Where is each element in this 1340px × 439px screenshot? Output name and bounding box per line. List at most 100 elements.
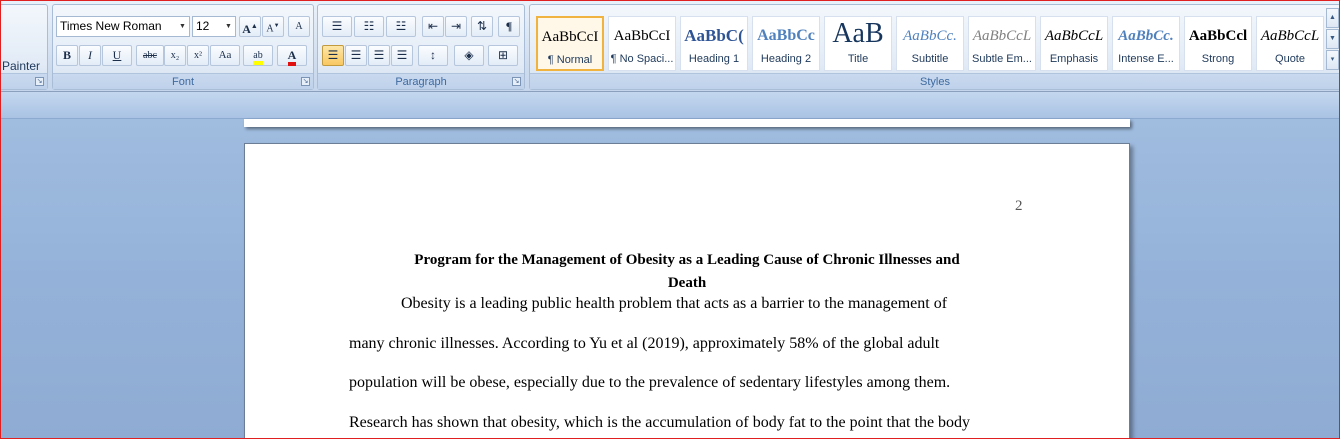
style-name: Emphasis [1049, 53, 1099, 65]
ribbon: Painter ↘ Times New Roman ▼ 12 ▼ A▲ A▼ A… [0, 0, 1340, 92]
paint-bucket-icon: ◈ [464, 48, 474, 62]
style-intense-emphasis[interactable]: AaBbCc. Intense E... [1112, 16, 1180, 71]
bullets-icon: ☰ [331, 19, 343, 33]
font-name-value: Times New Roman [60, 19, 162, 33]
title-line-1: Program for the Management of Obesity as… [414, 252, 960, 268]
font-group: Times New Roman ▼ 12 ▼ A▲ A▼ A B I U abc… [52, 4, 314, 90]
font-size-value: 12 [196, 19, 210, 33]
multilevel-list-icon: ☳ [395, 19, 407, 33]
decrease-indent-button[interactable]: ⇤ [422, 16, 444, 37]
sort-icon: ⇅ [476, 19, 488, 33]
font-color-icon: A [287, 48, 297, 66]
style-no-spacing[interactable]: AaBbCcI ¶ No Spaci... [608, 16, 676, 71]
shading-button[interactable]: ◈ [454, 45, 484, 66]
style-sample: AaBbCc. [903, 28, 957, 44]
style-subtle-emphasis[interactable]: AaBbCcL Subtle Em... [968, 16, 1036, 71]
line-spacing-icon: ↕ [430, 48, 436, 62]
ruler-strip [0, 92, 1340, 119]
body-line-2: many chronic illnesses. According to Yu … [349, 335, 940, 352]
subscript-button[interactable]: x₂ [164, 45, 186, 66]
style-sample: AaBbCc [757, 27, 815, 44]
shrink-font-button[interactable]: A▼ [262, 16, 284, 37]
paragraph-dialog-launcher[interactable]: ↘ [512, 77, 521, 86]
style-sample: AaBbCcI [613, 28, 671, 44]
style-sample: AaBbC( [684, 26, 744, 45]
justify-icon: ☰ [396, 48, 408, 62]
numbering-icon: ☷ [363, 19, 375, 33]
style-name: ¶ No Spaci... [610, 53, 674, 65]
style-sample: AaBbCc. [1118, 28, 1174, 44]
style-name: Title [847, 53, 869, 65]
align-center-button[interactable]: ☰ [345, 45, 367, 66]
italic-button[interactable]: I [79, 45, 101, 66]
style-name: Intense E... [1118, 53, 1174, 65]
format-painter-button[interactable]: Painter [2, 59, 40, 73]
clear-formatting-button[interactable]: A [288, 16, 310, 37]
underline-button[interactable]: U [102, 45, 132, 66]
style-title[interactable]: AaB Title [824, 16, 892, 71]
justify-button[interactable]: ☰ [391, 45, 413, 66]
borders-button[interactable]: ⊞ [488, 45, 518, 66]
paragraph-group: ☰ ☷ ☳ ⇤ ⇥ ⇅ ¶ ☰ ☰ ☰ ☰ ↕ ◈ ⊞ Paragraph ↘ [317, 4, 525, 90]
style-sample: AaBbCcl [1188, 28, 1248, 44]
chevron-down-icon[interactable]: ▼ [176, 17, 189, 36]
page-number: 2 [1015, 198, 1023, 214]
style-name: Subtle Em... [972, 53, 1032, 65]
style-heading-1[interactable]: AaBbC( Heading 1 [680, 16, 748, 71]
numbering-button[interactable]: ☷ [354, 16, 384, 37]
align-left-button[interactable]: ☰ [322, 45, 344, 66]
font-group-label: Font [53, 73, 313, 89]
style-heading-2[interactable]: AaBbCc Heading 2 [752, 16, 820, 71]
clipboard-group: Painter ↘ [0, 4, 48, 90]
bullets-button[interactable]: ☰ [322, 16, 352, 37]
styles-group: AaBbCcI ¶ Normal AaBbCcI ¶ No Spaci... A… [529, 4, 1340, 90]
style-normal[interactable]: AaBbCcI ¶ Normal [536, 16, 604, 71]
style-emphasis[interactable]: AaBbCcL Emphasis [1040, 16, 1108, 71]
increase-indent-icon: ⇥ [450, 19, 462, 33]
font-size-combo[interactable]: 12 ▼ [192, 16, 236, 37]
style-sample: AaBbCcI [541, 29, 599, 45]
strikethrough-button[interactable]: abc [136, 45, 164, 66]
borders-icon: ⊞ [497, 48, 509, 62]
pilcrow-icon: ¶ [505, 19, 513, 33]
document-page[interactable]: 2 Program for the Management of Obesity … [244, 143, 1130, 439]
clipboard-dialog-launcher[interactable]: ↘ [35, 77, 44, 86]
align-left-icon: ☰ [327, 48, 339, 62]
highlighter-icon: ab [253, 50, 263, 65]
gallery-up-icon[interactable]: ▲ [1326, 8, 1339, 28]
style-subtitle[interactable]: AaBbCc. Subtitle [896, 16, 964, 71]
align-right-icon: ☰ [373, 48, 385, 62]
chevron-down-icon[interactable]: ▼ [222, 17, 235, 36]
font-name-combo[interactable]: Times New Roman ▼ [56, 16, 190, 37]
line-spacing-button[interactable]: ↕ [418, 45, 448, 66]
style-quote[interactable]: AaBbCcL Quote [1256, 16, 1324, 71]
style-sample: AaB [832, 18, 884, 49]
style-name: Heading 1 [688, 53, 740, 65]
show-marks-button[interactable]: ¶ [498, 16, 520, 37]
change-case-button[interactable]: Aa [210, 45, 240, 66]
previous-page-edge [244, 119, 1130, 127]
superscript-button[interactable]: x² [187, 45, 209, 66]
gallery-down-icon[interactable]: ▼ [1326, 29, 1339, 49]
style-sample: AaBbCcL [1044, 28, 1104, 44]
bold-button[interactable]: B [56, 45, 78, 66]
styles-group-label: Styles [530, 73, 1340, 89]
title-line-2: Death [667, 275, 707, 291]
style-strong[interactable]: AaBbCcl Strong [1184, 16, 1252, 71]
paragraph-group-label: Paragraph [318, 73, 524, 89]
styles-gallery-scroll: ▲ ▼ ▾ [1326, 8, 1339, 70]
highlight-button[interactable]: ab [243, 45, 273, 66]
decrease-indent-icon: ⇤ [427, 19, 439, 33]
increase-indent-button[interactable]: ⇥ [445, 16, 467, 37]
style-name: Quote [1275, 53, 1305, 65]
gallery-more-icon[interactable]: ▾ [1326, 50, 1339, 70]
grow-font-button[interactable]: A▲ [239, 16, 261, 37]
font-color-button[interactable]: A [277, 45, 307, 66]
font-dialog-launcher[interactable]: ↘ [301, 77, 310, 86]
multilevel-list-button[interactable]: ☳ [386, 16, 416, 37]
style-name: Subtitle [911, 53, 949, 65]
align-center-icon: ☰ [350, 48, 362, 62]
sort-button[interactable]: ⇅ [471, 16, 493, 37]
style-sample: AaBbCcL [972, 28, 1032, 44]
align-right-button[interactable]: ☰ [368, 45, 390, 66]
